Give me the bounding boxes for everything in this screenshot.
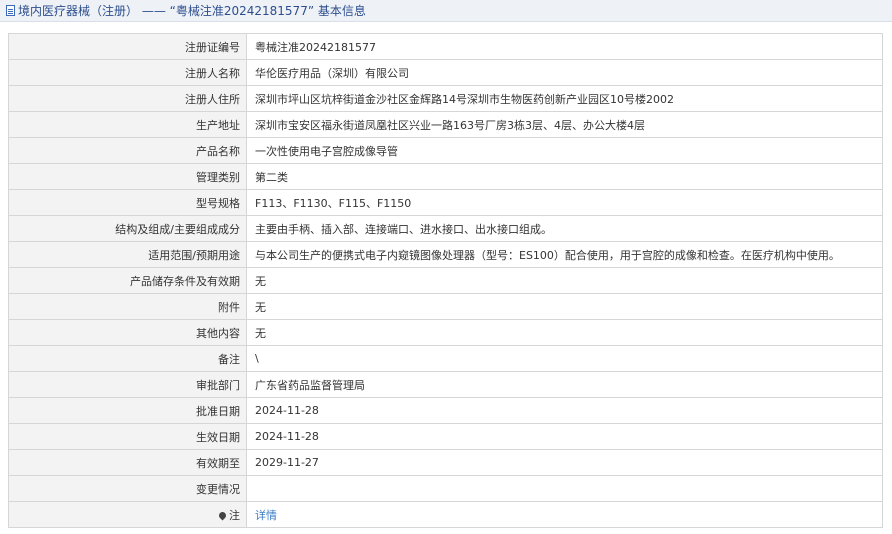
field-value-other-content: 无: [246, 319, 883, 346]
table-row: 批准日期 2024-11-28: [8, 397, 883, 424]
table-row: 注 详情: [8, 501, 883, 528]
field-value-registrant-address: 深圳市坪山区坑梓街道金沙社区金辉路14号深圳市生物医药创新产业园区10号楼200…: [246, 85, 883, 112]
field-value-attachments: 无: [246, 293, 883, 320]
table-row: 管理类别 第二类: [8, 163, 883, 190]
table-row: 附件 无: [8, 293, 883, 320]
table-row: 型号规格 F113、F1130、F115、F1150: [8, 189, 883, 216]
field-value-registrant-name: 华伦医疗用品（深圳）有限公司: [246, 59, 883, 86]
field-label-attachments: 附件: [8, 293, 247, 320]
table-row: 生效日期 2024-11-28: [8, 423, 883, 450]
table-row: 审批部门 广东省药品监督管理局: [8, 371, 883, 398]
table-row: 产品名称 一次性使用电子宫腔成像导管: [8, 137, 883, 164]
page-header: 境内医疗器械（注册） —— “粤械注准20242181577” 基本信息: [0, 0, 892, 22]
field-value-approval-department: 广东省药品监督管理局: [246, 371, 883, 398]
field-label-management-category: 管理类别: [8, 163, 247, 190]
table-row: 结构及组成/主要组成成分 主要由手柄、插入部、连接端口、进水接口、出水接口组成。: [8, 215, 883, 242]
field-value-remarks: \: [246, 345, 883, 372]
table-row: 生产地址 深圳市宝安区福永街道凤凰社区兴业一路163号厂房3栋3层、4层、办公大…: [8, 111, 883, 138]
page-title: 境内医疗器械（注册） —— “粤械注准20242181577” 基本信息: [18, 4, 366, 18]
field-value-management-category: 第二类: [246, 163, 883, 190]
field-label-storage-validity: 产品储存条件及有效期: [8, 267, 247, 294]
field-label-other-content: 其他内容: [8, 319, 247, 346]
table-row: 其他内容 无: [8, 319, 883, 346]
field-label-approval-date: 批准日期: [8, 397, 247, 424]
field-label-intended-use: 适用范围/预期用途: [8, 241, 247, 268]
field-value-structure-composition: 主要由手柄、插入部、连接端口、进水接口、出水接口组成。: [246, 215, 883, 242]
field-label-structure-composition: 结构及组成/主要组成成分: [8, 215, 247, 242]
info-table: 注册证编号 粤械注准20242181577 注册人名称 华伦医疗用品（深圳）有限…: [8, 33, 883, 528]
field-value-effective-date: 2024-11-28: [246, 423, 883, 450]
table-row: 适用范围/预期用途 与本公司生产的便携式电子内窥镜图像处理器（型号：ES100）…: [8, 241, 883, 268]
details-link[interactable]: 详情: [255, 509, 277, 522]
field-label-registration-number: 注册证编号: [8, 33, 247, 60]
pin-icon: [217, 510, 228, 520]
field-value-expiry-date: 2029-11-27: [246, 449, 883, 476]
field-label-model-spec: 型号规格: [8, 189, 247, 216]
note-value-cell: 详情: [246, 501, 883, 528]
table-row: 备注 \: [8, 345, 883, 372]
field-value-change-history: [246, 475, 883, 502]
note-label: 注: [229, 508, 240, 522]
field-label-remarks: 备注: [8, 345, 247, 372]
field-label-expiry-date: 有效期至: [8, 449, 247, 476]
table-row: 注册人名称 华伦医疗用品（深圳）有限公司: [8, 59, 883, 86]
field-value-production-address: 深圳市宝安区福永街道凤凰社区兴业一路163号厂房3栋3层、4层、办公大楼4层: [246, 111, 883, 138]
field-value-storage-validity: 无: [246, 267, 883, 294]
field-label-approval-department: 审批部门: [8, 371, 247, 398]
table-row: 注册证编号 粤械注准20242181577: [8, 33, 883, 60]
table-row: 注册人住所 深圳市坪山区坑梓街道金沙社区金辉路14号深圳市生物医药创新产业园区1…: [8, 85, 883, 112]
field-value-registration-number: 粤械注准20242181577: [246, 33, 883, 60]
table-row: 变更情况: [8, 475, 883, 502]
table-row: 产品储存条件及有效期 无: [8, 267, 883, 294]
field-label-registrant-name: 注册人名称: [8, 59, 247, 86]
field-value-approval-date: 2024-11-28: [246, 397, 883, 424]
field-value-product-name: 一次性使用电子宫腔成像导管: [246, 137, 883, 164]
field-value-model-spec: F113、F1130、F115、F1150: [246, 189, 883, 216]
document-icon: [6, 5, 15, 16]
field-label-product-name: 产品名称: [8, 137, 247, 164]
note-label-cell: 注: [8, 501, 247, 528]
field-label-effective-date: 生效日期: [8, 423, 247, 450]
field-label-change-history: 变更情况: [8, 475, 247, 502]
field-label-production-address: 生产地址: [8, 111, 247, 138]
field-label-registrant-address: 注册人住所: [8, 85, 247, 112]
field-value-intended-use: 与本公司生产的便携式电子内窥镜图像处理器（型号：ES100）配合使用，用于宫腔的…: [246, 241, 883, 268]
table-row: 有效期至 2029-11-27: [8, 449, 883, 476]
